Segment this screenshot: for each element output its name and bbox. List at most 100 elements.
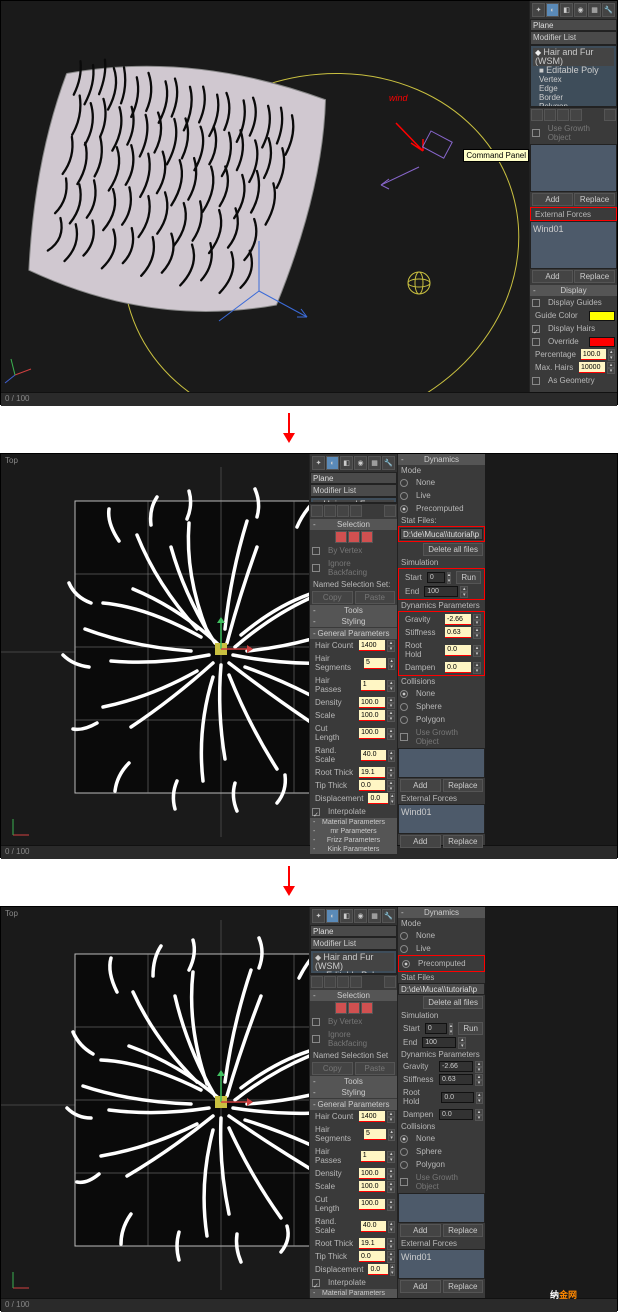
timeline[interactable]: 0 / 100 [1, 392, 617, 406]
interp-check[interactable] [312, 808, 320, 816]
randsc-spinner[interactable]: 40.0 [361, 1221, 386, 1232]
tipth-spinner[interactable]: 0.0 [359, 780, 385, 791]
randsc-spinner[interactable]: 40.0 [361, 750, 386, 761]
sel-face-icon[interactable] [335, 1002, 347, 1014]
tab-display-icon[interactable]: ▦ [368, 456, 381, 470]
unique-icon[interactable] [337, 976, 349, 988]
coll-poly-radio[interactable] [400, 716, 408, 724]
config-icon[interactable] [384, 976, 396, 988]
growth-add-button[interactable]: Add [532, 193, 573, 206]
kink-rollout[interactable]: Kink Parameters [310, 845, 397, 854]
sel-elem-icon[interactable] [361, 531, 373, 543]
tab-modify-icon[interactable]: ◐ [546, 3, 559, 17]
growth-check3[interactable] [400, 1178, 408, 1186]
stiff-spinner[interactable]: 0.63 [439, 1074, 473, 1085]
disp-spinner[interactable]: 0.0 [368, 793, 387, 804]
interp-check[interactable] [312, 1279, 320, 1287]
rootth-spinner[interactable]: 19.1 [359, 767, 385, 778]
gen-rollout[interactable]: General Parameters [310, 1099, 397, 1110]
coll-poly-radio[interactable] [400, 1161, 408, 1169]
statfile-path[interactable] [398, 983, 485, 995]
mat-rollout[interactable]: Material Parameters [310, 1289, 397, 1298]
ext-replace[interactable]: Replace [443, 835, 484, 848]
forces-listbox[interactable]: Wind01 [530, 221, 617, 269]
end-spinner[interactable]: 100 [422, 1037, 456, 1048]
coll-sphere-radio[interactable] [400, 703, 408, 711]
coll-none-radio[interactable] [400, 1135, 408, 1143]
remove-mod-icon[interactable] [570, 109, 582, 121]
dyn-rollout[interactable]: Dynamics [398, 907, 485, 918]
tab-motion-icon[interactable]: ◉ [354, 909, 367, 923]
ext-replace[interactable]: Replace [443, 1280, 484, 1293]
hairpass-spinner[interactable]: 1 [361, 680, 386, 691]
viewport-top[interactable]: Top [1, 454, 309, 845]
selection-rollout[interactable]: Selection [310, 990, 397, 1001]
coll-replace[interactable]: Replace [443, 1224, 484, 1237]
tipth-spinner[interactable]: 0.0 [359, 1251, 385, 1262]
ext-add[interactable]: Add [400, 1280, 441, 1293]
coll-sphere-radio[interactable] [400, 1148, 408, 1156]
growth-listbox[interactable] [530, 144, 617, 192]
frizz-rollout[interactable]: Frizz Parameters [310, 836, 397, 845]
scale-spinner[interactable]: 100.0 [359, 710, 385, 721]
mode-none-radio[interactable] [400, 479, 408, 487]
timeline[interactable]: 0 / 100 [1, 1298, 617, 1312]
tools-rollout[interactable]: Tools [310, 605, 397, 616]
remove-icon[interactable] [350, 505, 362, 517]
pin-stack-icon[interactable] [531, 109, 543, 121]
pin-icon[interactable] [311, 976, 323, 988]
override-checkbox[interactable] [532, 338, 540, 346]
modifier-list-dropdown[interactable]: Modifier List [530, 31, 617, 45]
dhairs-checkbox[interactable] [532, 325, 540, 333]
stiff-spinner[interactable]: 0.63 [445, 627, 471, 638]
viewport-top[interactable]: Top [1, 907, 309, 1298]
ext-list[interactable]: Wind01 [398, 1249, 485, 1279]
config-icon[interactable] [604, 109, 616, 121]
ignore-check[interactable] [312, 1035, 320, 1043]
scale-spinner[interactable]: 100.0 [359, 1181, 385, 1192]
dampen-spinner[interactable]: 0.0 [439, 1109, 473, 1120]
styling-rollout[interactable]: Styling [310, 1087, 397, 1098]
modifier-stack[interactable]: ◆ Hair and Fur (WSM) ■ Editable Poly Ver… [530, 45, 617, 107]
show-end-icon[interactable] [544, 109, 556, 121]
unique-icon[interactable] [557, 109, 569, 121]
dampen-spinner[interactable]: 0.0 [445, 662, 471, 673]
sel-poly-icon[interactable] [348, 1002, 360, 1014]
statfile-path[interactable] [400, 528, 483, 540]
ignore-check[interactable] [312, 564, 320, 572]
density-spinner[interactable]: 100.0 [359, 697, 385, 708]
haircount-spinner[interactable]: 1400 [359, 640, 385, 651]
guide-color-swatch[interactable] [589, 311, 615, 321]
tab-utilities-icon[interactable]: 🔧 [382, 456, 395, 470]
gravity-spinner[interactable]: -2.66 [439, 1061, 473, 1072]
copy-button[interactable]: Copy [312, 1062, 353, 1075]
dyn-rollout[interactable]: Dynamics [398, 454, 485, 465]
tab-create-icon[interactable]: ✦ [312, 909, 325, 923]
unique-icon[interactable] [337, 505, 349, 517]
byvertex-check[interactable] [312, 1018, 320, 1026]
tab-display-icon[interactable]: ▦ [588, 3, 601, 17]
modifier-list-dropdown[interactable]: Modifier List [310, 937, 397, 950]
override-color-swatch[interactable] [589, 337, 615, 347]
tab-hierarchy-icon[interactable]: ◧ [340, 909, 353, 923]
mode-live-radio[interactable] [400, 945, 408, 953]
roothold-spinner[interactable]: 0.0 [441, 1092, 473, 1103]
tab-modify-icon[interactable]: ◐ [326, 456, 339, 470]
disp-spinner[interactable]: 0.0 [368, 1264, 387, 1275]
copy-button[interactable]: Copy [312, 591, 353, 604]
tab-hierarchy-icon[interactable]: ◧ [560, 3, 573, 17]
rootth-spinner[interactable]: 19.1 [359, 1238, 385, 1249]
growth-checkbox[interactable] [532, 129, 540, 137]
coll-list[interactable] [398, 1193, 485, 1223]
paste-button[interactable]: Paste [355, 1062, 396, 1075]
dguides-checkbox[interactable] [532, 299, 540, 307]
cutlen-spinner[interactable]: 100.0 [359, 1199, 385, 1210]
tab-motion-icon[interactable]: ◉ [354, 456, 367, 470]
coll-list[interactable] [398, 748, 485, 778]
tab-utilities-icon[interactable]: 🔧 [382, 909, 395, 923]
growth-check2[interactable] [400, 733, 408, 741]
tools-rollout[interactable]: Tools [310, 1076, 397, 1087]
sel-face-icon[interactable] [335, 531, 347, 543]
delete-files-button[interactable]: Delete all files [423, 543, 483, 556]
mat-rollout[interactable]: Material Parameters [310, 818, 397, 827]
